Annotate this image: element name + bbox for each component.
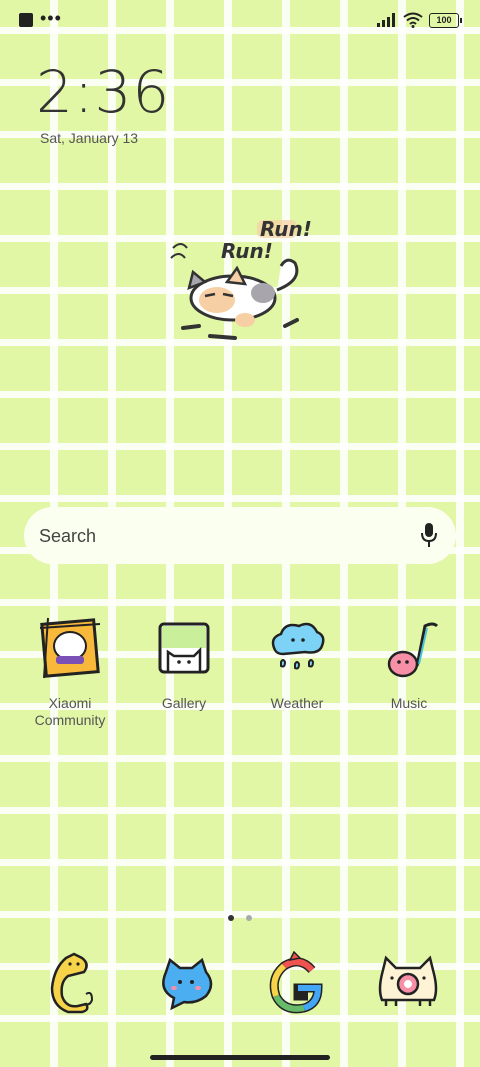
app-label: Music [390, 695, 428, 711]
gallery-cat-icon [158, 622, 210, 674]
dock-google[interactable] [262, 950, 332, 1020]
xiaomi-community-icon [39, 617, 101, 679]
page-dot-active [228, 915, 234, 921]
dock-camera[interactable] [374, 950, 444, 1020]
camera-cat-icon [378, 955, 438, 1006]
microphone-icon[interactable] [420, 522, 438, 548]
page-dot [246, 915, 253, 921]
google-cat-icon [269, 950, 323, 1014]
notification-square-icon [19, 13, 33, 27]
app-label: Gallery [161, 695, 207, 711]
weather-cloud-icon [271, 622, 325, 670]
wifi-icon [403, 12, 423, 28]
app-label: Xiaomi Community [34, 695, 106, 728]
phone-cat-icon [50, 952, 94, 1014]
page-indicator [228, 908, 260, 926]
clock-time[interactable]: 2:36 [36, 58, 170, 126]
messages-cat-icon [162, 957, 213, 1011]
app-gallery[interactable]: Gallery [134, 616, 234, 712]
dock-phone[interactable] [38, 950, 108, 1020]
run-text-1: Run! [260, 217, 312, 241]
more-notifications-icon: ••• [40, 8, 62, 28]
search-bar[interactable]: Search [24, 507, 456, 564]
status-bar: ••• 100 [0, 0, 480, 42]
running-cat-icon: Run! Run! [170, 217, 312, 340]
signal-icon [377, 13, 395, 27]
search-placeholder: Search [39, 526, 97, 546]
home-indicator[interactable] [150, 1055, 330, 1060]
battery-icon: 100 [429, 13, 462, 28]
dock-messages[interactable] [150, 950, 220, 1020]
cat-widget[interactable]: Run! Run! [165, 208, 315, 358]
app-xiaomi-community[interactable]: Xiaomi Community [20, 616, 120, 729]
app-weather[interactable]: Weather [247, 616, 347, 712]
app-music[interactable]: Music [359, 616, 459, 712]
clock-date[interactable]: Sat, January 13 [40, 130, 138, 146]
app-label: Weather [270, 695, 324, 711]
music-note-icon [387, 622, 439, 678]
run-text-2: Run! [221, 239, 273, 263]
